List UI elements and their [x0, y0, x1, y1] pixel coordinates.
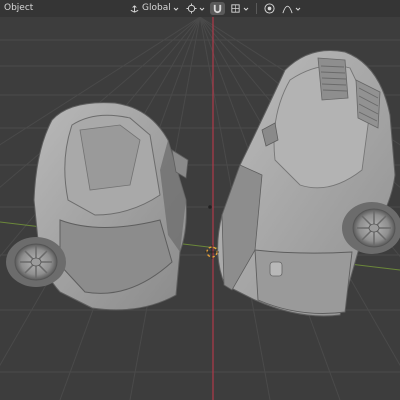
car-right-fog-light [269, 261, 283, 277]
proportional-falloff-dropdown[interactable] [280, 2, 303, 15]
car-mesh-right[interactable] [217, 49, 400, 317]
chevron-down-icon [173, 7, 179, 11]
proportional-editing-icon [264, 3, 275, 14]
car-mesh-left[interactable] [6, 102, 189, 311]
car-right-bumper [254, 249, 353, 314]
viewport-header: Object Global [0, 0, 400, 17]
pivot-point-dropdown[interactable] [184, 2, 207, 15]
viewport-canvas[interactable] [0, 17, 400, 400]
transform-orientation-label: Global [142, 3, 171, 13]
snap-toggle[interactable] [209, 2, 225, 15]
chevron-down-icon [199, 7, 205, 11]
snap-target-icon [231, 4, 240, 13]
global-orientation-icon [130, 5, 139, 13]
car-left-window-strip [79, 124, 141, 191]
viewport-toolbar: Global [127, 0, 303, 17]
pivot-point-icon [186, 3, 197, 14]
transform-orientation-dropdown[interactable]: Global [127, 2, 181, 15]
proportional-editing-toggle[interactable] [262, 2, 277, 15]
falloff-curve-icon [282, 5, 293, 14]
object-origin-dot [208, 205, 212, 209]
car-right-wheel [342, 202, 400, 254]
toolbar-divider [255, 3, 257, 14]
snap-magnet-icon [213, 4, 221, 14]
3d-viewport[interactable] [0, 17, 400, 400]
interaction-mode-label[interactable]: Object [4, 0, 33, 17]
chevron-down-icon [243, 7, 249, 11]
car-left-wheel [6, 237, 66, 287]
snap-options-dropdown[interactable] [228, 2, 251, 15]
chevron-down-icon [295, 7, 301, 11]
